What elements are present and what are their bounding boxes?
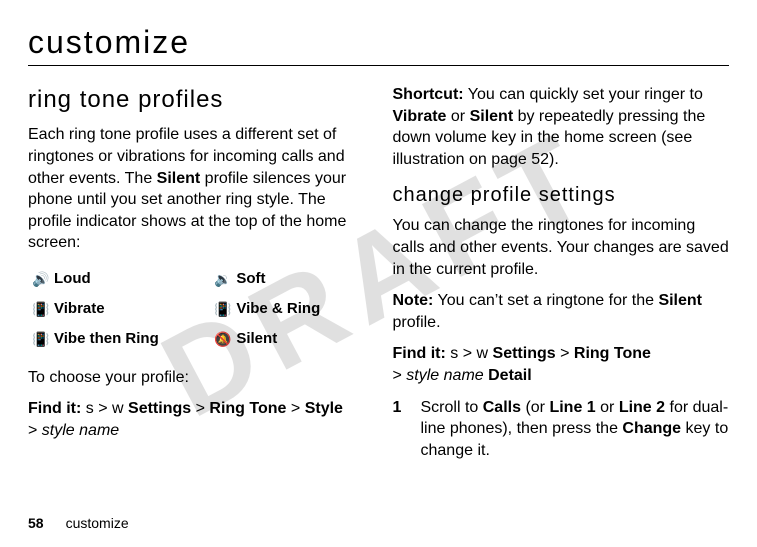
nav-key-icon: s bbox=[450, 345, 458, 362]
step1-line1: Line 1 bbox=[549, 399, 595, 416]
silent-icon: 🔕 bbox=[214, 330, 232, 349]
shortcut-label: Shortcut: bbox=[393, 86, 464, 103]
profile-cell-silent: 🔕Silent bbox=[210, 324, 364, 354]
note-text-2: profile. bbox=[393, 314, 441, 331]
nav-sep: > bbox=[98, 400, 107, 417]
profile-cell-soft: 🔉Soft bbox=[210, 264, 364, 294]
vibe-then-ring-icon: 📳 bbox=[32, 330, 50, 349]
section-ring-tone-profiles: ring tone profiles bbox=[28, 84, 365, 116]
loud-icon: 🔊 bbox=[32, 270, 50, 289]
profile-label: Loud bbox=[54, 270, 91, 287]
settings-icon: w bbox=[112, 400, 124, 417]
nav-detail: Detail bbox=[488, 367, 532, 384]
nav-key-icon: s bbox=[86, 400, 94, 417]
page-footer: 58 customize bbox=[28, 515, 129, 531]
nav-ringtone: Ring Tone bbox=[574, 345, 651, 362]
step-1: 1 Scroll to Calls (or Line 1 or Line 2 f… bbox=[393, 397, 730, 462]
page-number: 58 bbox=[28, 515, 44, 531]
page-title: customize bbox=[28, 24, 729, 61]
find-it-right: Find it: s > w Settings > Ring Tone > st… bbox=[393, 343, 730, 386]
intro-silent-word: Silent bbox=[157, 170, 201, 187]
footer-section: customize bbox=[66, 515, 129, 531]
note-label: Note: bbox=[393, 292, 434, 309]
nav-sep: > bbox=[463, 345, 472, 362]
right-column: Shortcut: You can quickly set your ringe… bbox=[393, 84, 730, 461]
profile-cell-vibrate: 📳Vibrate bbox=[28, 294, 210, 324]
shortcut-vibrate: Vibrate bbox=[393, 108, 447, 125]
step1-a: Scroll to bbox=[421, 399, 483, 416]
step1-line2: Line 2 bbox=[619, 399, 665, 416]
note-paragraph: Note: You can’t set a ringtone for the S… bbox=[393, 290, 730, 333]
step1-change: Change bbox=[622, 420, 681, 437]
profile-cell-vibe-and-ring: 📳Vibe & Ring bbox=[210, 294, 364, 324]
nav-sep: > bbox=[291, 400, 300, 417]
table-row: 🔊Loud 🔉Soft bbox=[28, 264, 365, 294]
nav-style-name: style name bbox=[42, 422, 119, 439]
profile-cell-loud: 🔊Loud bbox=[28, 264, 210, 294]
intro-paragraph: Each ring tone profile uses a different … bbox=[28, 124, 365, 254]
profile-label: Vibe & Ring bbox=[236, 300, 320, 317]
choose-profile-text: To choose your profile: bbox=[28, 367, 365, 389]
subsection-change-profile-settings: change profile settings bbox=[393, 182, 730, 209]
nav-style-name: style name bbox=[406, 367, 483, 384]
two-column-layout: ring tone profiles Each ring tone profil… bbox=[28, 84, 729, 461]
nav-sep: > bbox=[28, 422, 37, 439]
profile-indicator-table: 🔊Loud 🔉Soft 📳Vibrate 📳Vibe & Ring bbox=[28, 264, 365, 355]
note-text-1: You can’t set a ringtone for the bbox=[433, 292, 658, 309]
vibrate-icon: 📳 bbox=[32, 300, 50, 319]
title-rule bbox=[28, 65, 729, 66]
note-silent: Silent bbox=[658, 292, 702, 309]
shortcut-or: or bbox=[446, 108, 469, 125]
nav-sep: > bbox=[393, 367, 402, 384]
nav-sep: > bbox=[560, 345, 569, 362]
nav-settings: Settings bbox=[128, 400, 191, 417]
soft-icon: 🔉 bbox=[214, 270, 232, 289]
shortcut-paragraph: Shortcut: You can quickly set your ringe… bbox=[393, 84, 730, 170]
profile-label: Silent bbox=[236, 330, 277, 347]
find-it-label: Find it: bbox=[393, 345, 446, 362]
shortcut-silent: Silent bbox=[470, 108, 514, 125]
table-row: 📳Vibe then Ring 🔕Silent bbox=[28, 324, 365, 354]
step-text: Scroll to Calls (or Line 1 or Line 2 for… bbox=[421, 397, 730, 462]
left-column: ring tone profiles Each ring tone profil… bbox=[28, 84, 365, 461]
nav-settings: Settings bbox=[493, 345, 556, 362]
nav-style: Style bbox=[305, 400, 343, 417]
profile-label: Vibe then Ring bbox=[54, 330, 159, 347]
shortcut-text-1: You can quickly set your ringer to bbox=[464, 86, 703, 103]
step1-calls: Calls bbox=[483, 399, 521, 416]
nav-sep: > bbox=[196, 400, 205, 417]
settings-icon: w bbox=[477, 345, 489, 362]
nav-ringtone: Ring Tone bbox=[209, 400, 286, 417]
find-it-label: Find it: bbox=[28, 400, 81, 417]
page-content: customize ring tone profiles Each ring t… bbox=[28, 24, 729, 461]
step1-c: or bbox=[596, 399, 619, 416]
profile-label: Vibrate bbox=[54, 300, 105, 317]
table-row: 📳Vibrate 📳Vibe & Ring bbox=[28, 294, 365, 324]
profile-label: Soft bbox=[236, 270, 265, 287]
profile-cell-vibe-then-ring: 📳Vibe then Ring bbox=[28, 324, 210, 354]
vibe-ring-icon: 📳 bbox=[214, 300, 232, 319]
find-it-left: Find it: s > w Settings > Ring Tone > St… bbox=[28, 398, 365, 441]
change-settings-text: You can change the ringtones for incomin… bbox=[393, 215, 730, 280]
step1-b: (or bbox=[521, 399, 549, 416]
step-number: 1 bbox=[393, 397, 407, 462]
